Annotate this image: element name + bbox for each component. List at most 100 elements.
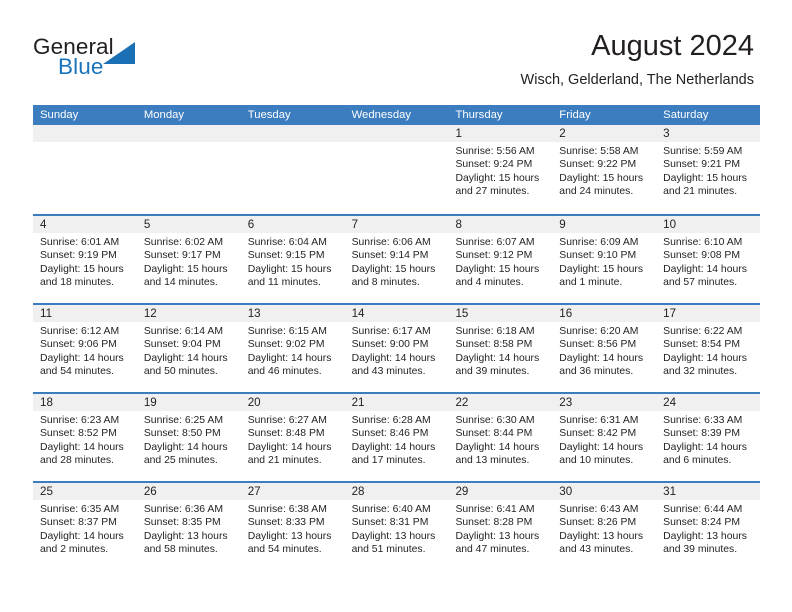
day-cell-3[interactable]: 3 Sunrise: 5:59 AM Sunset: 9:21 PM Daylight…: [656, 125, 761, 214]
sunrise-line: Sunrise: 6:04 AM: [247, 237, 327, 248]
daylight-line-1: Daylight: 14 hours: [143, 352, 228, 364]
sunrise-line: Sunrise: 6:31 AM: [559, 415, 639, 426]
day-cell-31[interactable]: 31 Sunrise: 6:44 AM Sunset: 8:24 PM Dayligh…: [656, 483, 761, 570]
day-cell-11[interactable]: 11 Sunrise: 6:12 AM Sunset: 9:06 PM Dayligh…: [33, 305, 137, 392]
day-details: Sunrise: 6:15 AM Sunset: 9:02 PM Daylight:…: [241, 322, 345, 379]
day-number: 25: [40, 485, 53, 498]
page-subtitle: Wisch, Gelderland, The Netherlands: [520, 72, 754, 89]
day-number: 6: [247, 218, 255, 231]
day-cell-6[interactable]: 6 Sunrise: 6:04 AM Sunset: 9:15 PM Daylight…: [240, 216, 345, 303]
sunrise-line: Sunrise: 6:36 AM: [143, 504, 223, 515]
day-number: 12: [143, 307, 157, 320]
daylight-line-2: and 54 minutes.: [40, 366, 114, 378]
daylight-line-2: and 1 minute.: [559, 277, 623, 289]
day-cell-25[interactable]: 25 Sunrise: 6:35 AM Sunset: 8:37 PM Dayligh…: [33, 483, 137, 570]
sunrise-line: Sunrise: 6:23 AM: [40, 415, 120, 426]
day-number-band: 12: [136, 305, 241, 322]
day-details: Sunrise: 6:38 AM Sunset: 8:33 PM Daylight:…: [241, 500, 345, 557]
day-cell-10[interactable]: 10 Sunrise: 6:10 AM Sunset: 9:08 PM Dayligh…: [656, 216, 761, 303]
day-cell-2[interactable]: 2 Sunrise: 5:58 AM Sunset: 9:22 PM Daylight…: [552, 125, 657, 214]
daylight-line-1: Daylight: 13 hours: [143, 530, 228, 542]
day-cell-13[interactable]: 13 Sunrise: 6:15 AM Sunset: 9:02 PM Dayligh…: [240, 305, 345, 392]
daylight-line-2: and 14 minutes.: [143, 277, 218, 289]
page-title: August 2024: [591, 30, 754, 62]
day-cell-28[interactable]: 28 Sunrise: 6:40 AM Sunset: 8:31 PM Dayligh…: [344, 483, 449, 570]
daylight-line-1: Daylight: 13 hours: [455, 530, 540, 542]
sunset-line: Sunset: 9:14 PM: [351, 250, 429, 262]
day-number: 1: [455, 127, 462, 140]
sunrise-line: Sunrise: 5:59 AM: [663, 146, 743, 157]
daylight-line-2: and 21 minutes.: [663, 186, 738, 198]
day-cell-4[interactable]: 4 Sunrise: 6:01 AM Sunset: 9:19 PM Daylight…: [33, 216, 137, 303]
day-cell-15[interactable]: 15 Sunrise: 6:18 AM Sunset: 8:58 PM Dayligh…: [448, 305, 553, 392]
day-cell-1[interactable]: 1 Sunrise: 5:56 AM Sunset: 9:24 PM Daylight…: [448, 125, 553, 214]
daylight-line-1: Daylight: 14 hours: [351, 441, 436, 453]
day-number-band: 29: [448, 483, 553, 500]
day-cell-9[interactable]: 9 Sunrise: 6:09 AM Sunset: 9:10 PM Daylight…: [552, 216, 657, 303]
day-number-band: 28: [344, 483, 449, 500]
day-details: [241, 142, 345, 145]
daylight-line-2: and 11 minutes.: [247, 277, 321, 289]
sunset-line: Sunset: 8:24 PM: [663, 517, 740, 529]
day-number: 8: [455, 218, 462, 231]
day-cell-empty: [33, 125, 137, 214]
day-number: 2: [559, 127, 566, 140]
day-number-band: 30: [552, 483, 657, 500]
day-cell-19[interactable]: 19 Sunrise: 6:25 AM Sunset: 8:50 PM Dayligh…: [136, 394, 241, 481]
day-cell-29[interactable]: 29 Sunrise: 6:41 AM Sunset: 8:28 PM Dayligh…: [448, 483, 553, 570]
day-cell-14[interactable]: 14 Sunrise: 6:17 AM Sunset: 9:00 PM Dayligh…: [344, 305, 449, 392]
weekday-header-tuesday: Tuesday: [247, 109, 291, 121]
day-cell-7[interactable]: 7 Sunrise: 6:06 AM Sunset: 9:14 PM Daylight…: [344, 216, 449, 303]
day-details: Sunrise: 6:02 AM Sunset: 9:17 PM Daylight:…: [137, 233, 241, 290]
daylight-line-1: Daylight: 13 hours: [247, 530, 332, 542]
sunrise-line: Sunrise: 6:07 AM: [455, 237, 535, 248]
day-cell-17[interactable]: 17 Sunrise: 6:22 AM Sunset: 8:54 PM Dayligh…: [656, 305, 761, 392]
day-number-band: 10: [656, 216, 761, 233]
day-cell-30[interactable]: 30 Sunrise: 6:43 AM Sunset: 8:26 PM Dayligh…: [552, 483, 657, 570]
weekday-header-wednesday: Wednesday: [351, 109, 412, 121]
daylight-line-1: Daylight: 14 hours: [559, 352, 644, 364]
sunrise-line: Sunrise: 6:12 AM: [40, 326, 120, 337]
calendar-grid: Sunday Monday Tuesday Wednesday Thursday Frid…: [33, 105, 761, 570]
day-cell-18[interactable]: 18 Sunrise: 6:23 AM Sunset: 8:52 PM Dayligh…: [33, 394, 137, 481]
day-cell-empty: [240, 125, 345, 214]
day-cell-16[interactable]: 16 Sunrise: 6:20 AM Sunset: 8:56 PM Dayligh…: [552, 305, 657, 392]
brand-blue-text: Blue: [58, 54, 104, 79]
daylight-line-2: and 32 minutes.: [663, 366, 738, 378]
sunrise-line: Sunrise: 6:22 AM: [663, 326, 743, 337]
day-number: 7: [351, 218, 359, 231]
day-cell-21[interactable]: 21 Sunrise: 6:28 AM Sunset: 8:46 PM Dayligh…: [344, 394, 449, 481]
day-cell-8[interactable]: 8 Sunrise: 6:07 AM Sunset: 9:12 PM Daylight…: [448, 216, 553, 303]
day-details: Sunrise: 6:31 AM Sunset: 8:42 PM Daylight:…: [552, 411, 656, 468]
day-number: 17: [663, 307, 677, 320]
day-number-band: 8: [448, 216, 553, 233]
daylight-line-1: Daylight: 15 hours: [559, 172, 644, 184]
sunrise-line: Sunrise: 6:35 AM: [40, 504, 120, 515]
day-cell-24[interactable]: 24 Sunrise: 6:33 AM Sunset: 8:39 PM Dayligh…: [656, 394, 761, 481]
day-number: 22: [455, 396, 469, 409]
day-details: Sunrise: 6:40 AM Sunset: 8:31 PM Daylight:…: [345, 500, 449, 557]
day-cell-27[interactable]: 27 Sunrise: 6:38 AM Sunset: 8:33 PM Dayligh…: [240, 483, 345, 570]
sunrise-line: Sunrise: 6:09 AM: [559, 237, 639, 248]
daylight-line-2: and 6 minutes.: [663, 455, 732, 467]
day-cell-5[interactable]: 5 Sunrise: 6:02 AM Sunset: 9:17 PM Daylight…: [136, 216, 241, 303]
day-cell-12[interactable]: 12 Sunrise: 6:14 AM Sunset: 9:04 PM Dayligh…: [136, 305, 241, 392]
day-number-band: 3: [656, 125, 761, 142]
sunset-line: Sunset: 9:06 PM: [40, 339, 117, 351]
daylight-line-1: Daylight: 15 hours: [455, 263, 540, 275]
day-details: Sunrise: 6:23 AM Sunset: 8:52 PM Daylight:…: [33, 411, 137, 468]
day-cell-22[interactable]: 22 Sunrise: 6:30 AM Sunset: 8:44 PM Dayligh…: [448, 394, 553, 481]
daylight-line-2: and 10 minutes.: [559, 455, 634, 467]
brand-logo[interactable]: General Blue: [33, 35, 213, 88]
day-details: Sunrise: 6:33 AM Sunset: 8:39 PM Daylight:…: [656, 411, 760, 468]
day-cell-20[interactable]: 20 Sunrise: 6:27 AM Sunset: 8:48 PM Dayligh…: [240, 394, 345, 481]
day-cell-26[interactable]: 26 Sunrise: 6:36 AM Sunset: 8:35 PM Dayligh…: [136, 483, 241, 570]
day-cell-23[interactable]: 23 Sunrise: 6:31 AM Sunset: 8:42 PM Dayligh…: [552, 394, 657, 481]
day-number-band: 13: [240, 305, 345, 322]
day-number: 14: [351, 307, 365, 320]
day-number-band: 6: [240, 216, 345, 233]
sunrise-line: Sunrise: 6:18 AM: [455, 326, 535, 337]
calendar-weeks: 1 Sunrise: 5:56 AM Sunset: 9:24 PM Daylight…: [33, 125, 761, 570]
day-number-band: 16: [552, 305, 657, 322]
daylight-line-2: and 28 minutes.: [40, 455, 114, 467]
